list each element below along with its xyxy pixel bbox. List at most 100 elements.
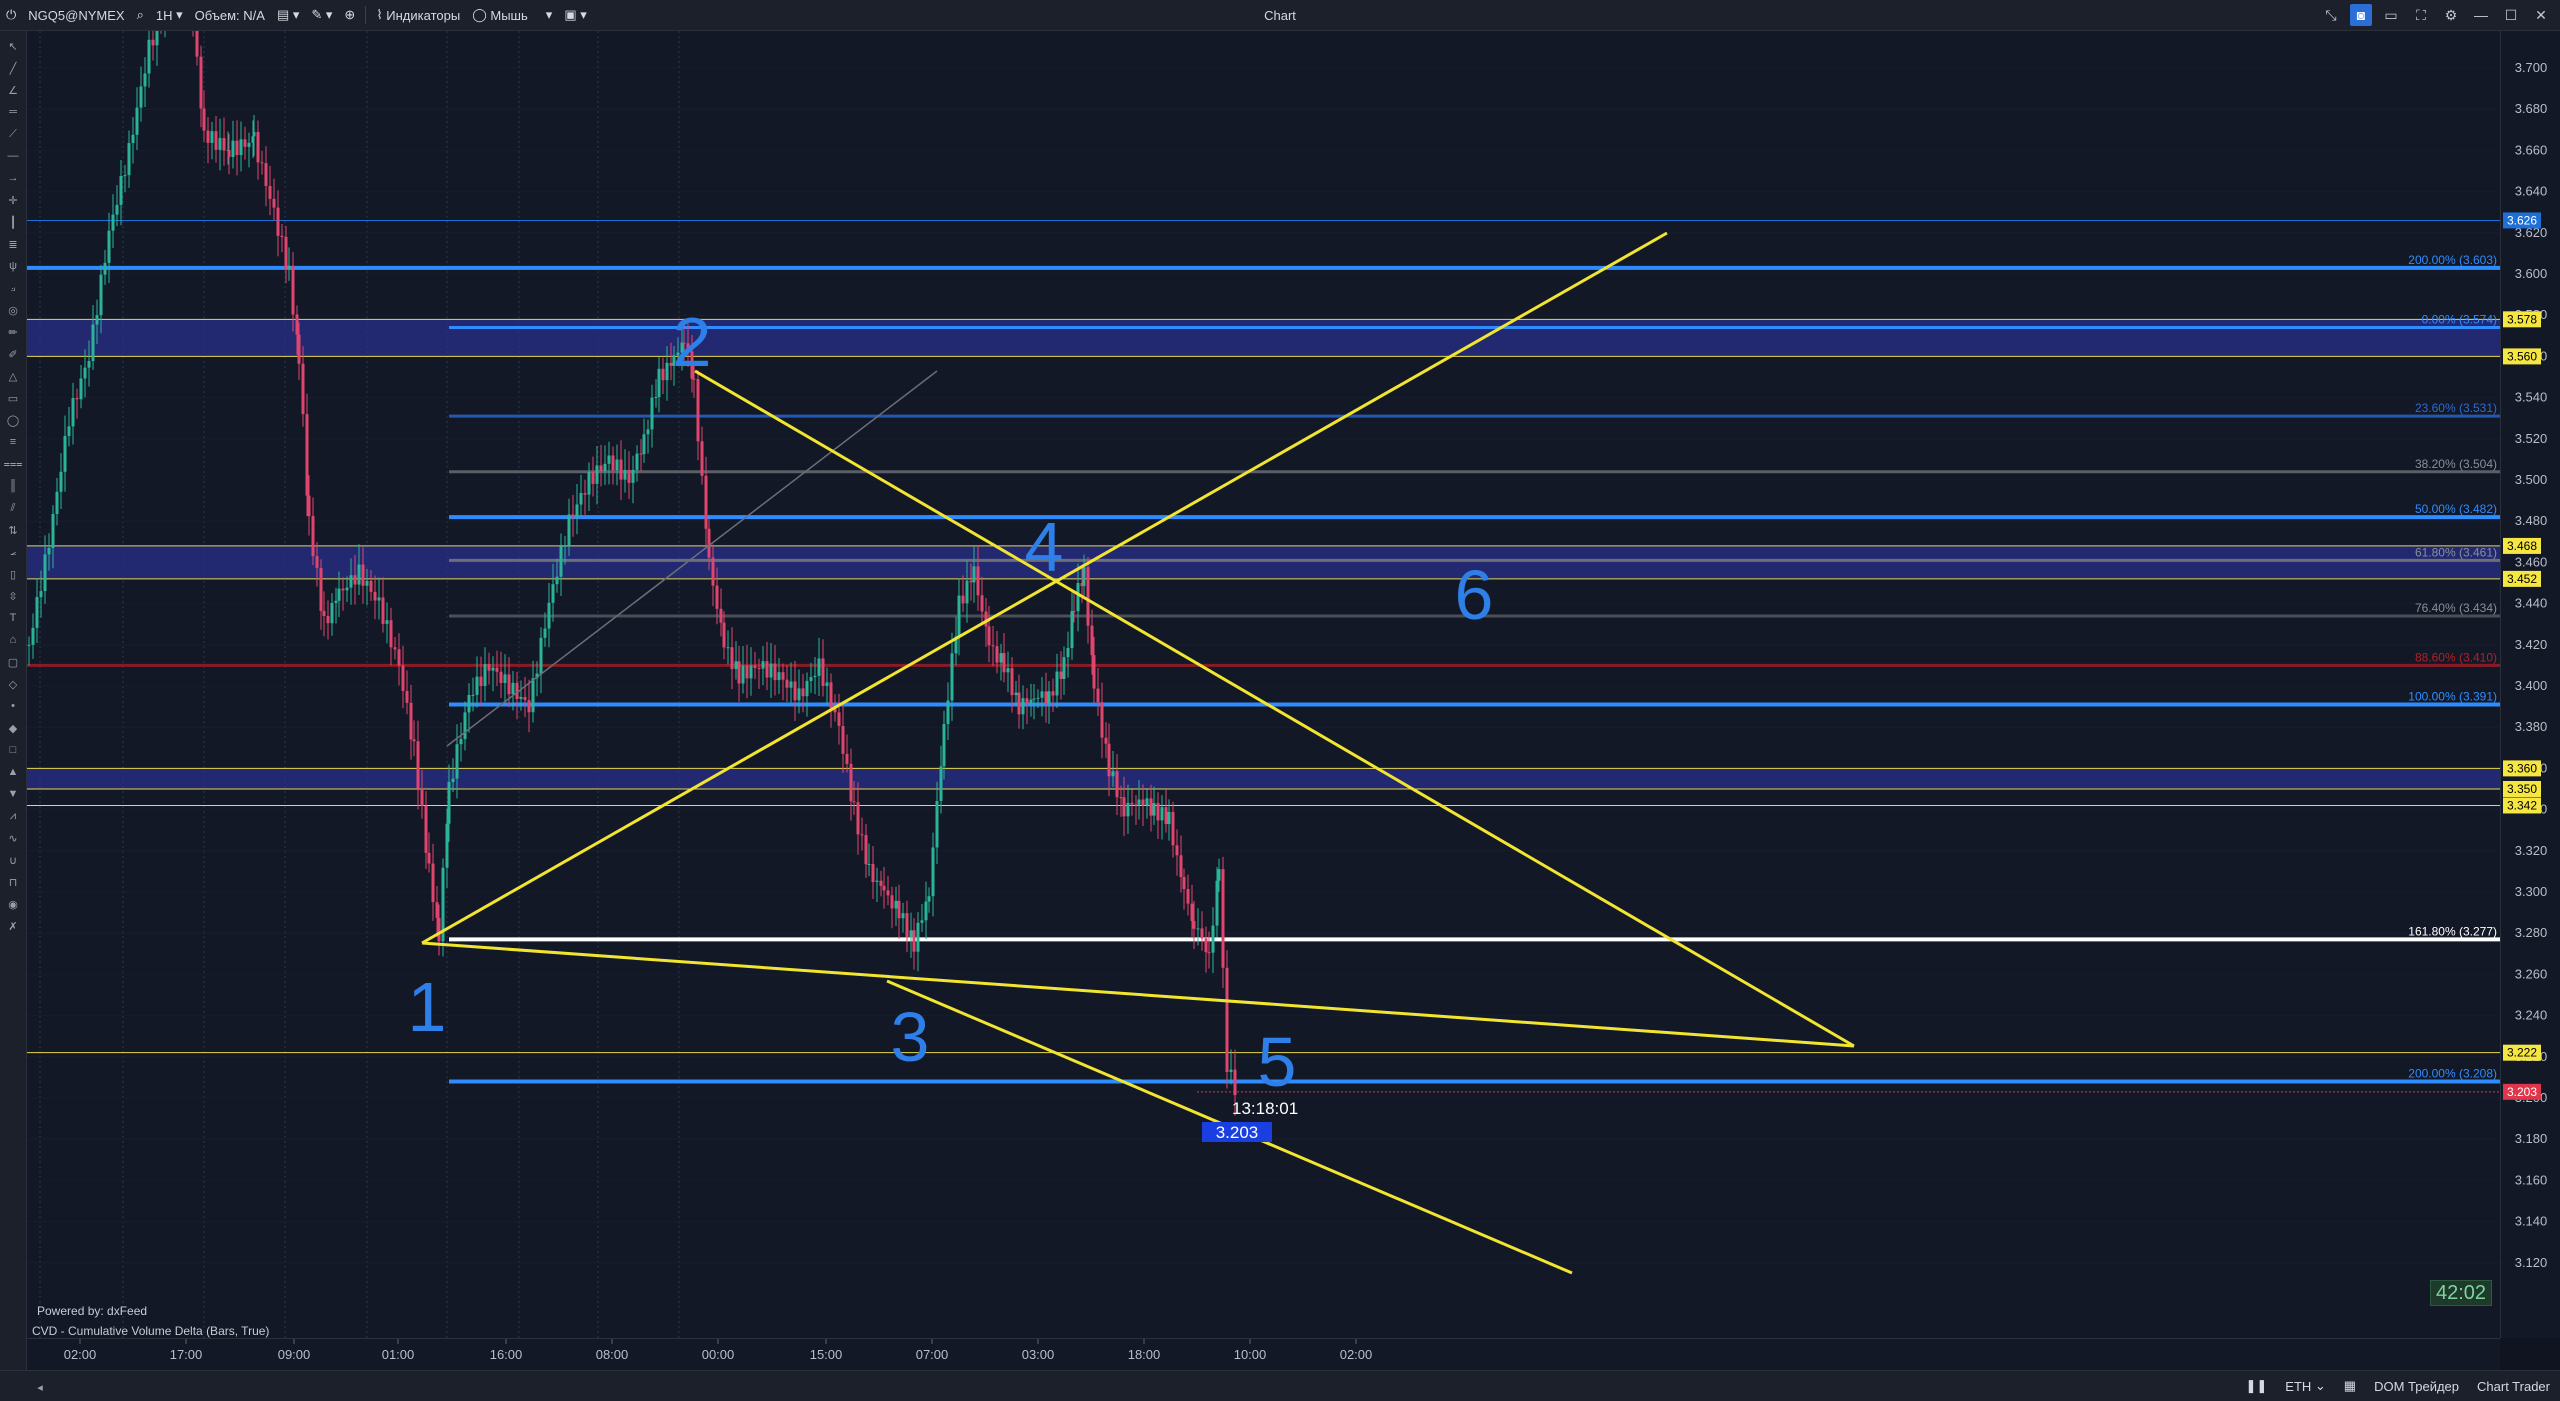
price-marker-label: 3.626 [2507, 213, 2537, 227]
chart-style-icon[interactable]: ▤ ▾ [271, 0, 305, 30]
price-tick: 3.500 [2515, 472, 2548, 487]
indicators-button[interactable]: ⌇ Индикаторы [370, 0, 466, 30]
channel-tool-icon[interactable]: ≣ [3, 234, 23, 254]
regression-icon[interactable]: ⫽ [3, 498, 23, 518]
time-axis[interactable]: 02:00 17:00 09:00 01:00 16:00 08:00 00:00 15:00… [27, 1338, 2500, 1370]
fib-circle-icon[interactable]: ◎ [3, 300, 23, 320]
candle-body [420, 788, 424, 806]
candle-body [753, 665, 757, 668]
triangle-icon[interactable]: △ [3, 366, 23, 386]
price-tick: 3.720 [2515, 31, 2548, 34]
magnet-icon[interactable]: ∪ [3, 850, 23, 870]
minimize-icon[interactable]: — [2470, 4, 2492, 26]
angle-tool-icon[interactable]: ∠ [3, 80, 23, 100]
calendar-icon[interactable]: ▦ [2344, 1371, 2356, 1401]
rectangle-icon[interactable]: ▭ [3, 388, 23, 408]
wave-tool-icon[interactable]: ∿ [3, 828, 23, 848]
fib-retracement-icon[interactable]: ≡ [3, 432, 23, 452]
candle-body [619, 459, 623, 480]
price-axis[interactable]: 3.7203.7003.6803.6603.6403.6203.6003.580… [2500, 0, 2560, 1338]
fib-timezone-icon[interactable]: ║ [3, 476, 23, 496]
arrow-tool-icon[interactable]: → [3, 168, 23, 188]
candle-body [349, 575, 353, 588]
trend-angle-icon[interactable]: ⦟ [3, 542, 23, 562]
candle-body [1021, 698, 1025, 715]
candle-body [334, 600, 338, 603]
callout-icon[interactable]: ▢ [3, 652, 23, 672]
templates-icon[interactable]: ▣ ▾ [558, 0, 592, 30]
eye-icon[interactable]: ◉ [3, 894, 23, 914]
layout-icon[interactable]: ▭ [2380, 4, 2402, 26]
pencil-icon[interactable]: ✏ [3, 322, 23, 342]
lock-icon[interactable]: ⊓ [3, 872, 23, 892]
candle-body [491, 667, 495, 671]
square-marker-icon[interactable]: □ [3, 740, 23, 760]
symbol-selector[interactable]: NGQ5@NYMEX [22, 0, 130, 30]
cross-tool-icon[interactable]: ✛ [3, 190, 23, 210]
pause-icon[interactable]: ❚❚ [2245, 1371, 2267, 1401]
label-tool-icon[interactable]: ⌂ [3, 630, 23, 650]
candle-body [147, 39, 151, 74]
ellipse-icon[interactable]: ◯ [3, 410, 23, 430]
candle-body [353, 575, 357, 585]
fib-label: 200.00% (3.208) [2408, 1067, 2497, 1081]
indicator-label[interactable]: CVD - Cumulative Volume Delta (Bars, Tru… [32, 1324, 269, 1338]
price-tick: 3.120 [2515, 1255, 2548, 1270]
session-selector[interactable]: ETH ⌄ [2285, 1371, 2326, 1401]
volume-selector[interactable]: Объем: N/A [189, 0, 271, 30]
scroll-left-icon[interactable]: ◂ [30, 1377, 50, 1397]
marker-icon[interactable]: ◆ [3, 718, 23, 738]
trash-icon[interactable]: ✗ [3, 916, 23, 936]
timeframe-selector[interactable]: 1H ▾ [150, 0, 189, 30]
candle-body [459, 739, 463, 745]
zoom-icon[interactable]: ⊕ [338, 0, 361, 30]
link-icon[interactable]: ⤡ [2320, 4, 2342, 26]
candle-body [841, 725, 845, 754]
text-tool-icon[interactable]: T [3, 608, 23, 628]
fib-label: 61.80% (3.461) [2415, 545, 2497, 559]
mouse-mode-selector[interactable]: ◯ Мышь ▾ [466, 0, 558, 30]
settings-icon[interactable]: ⚙ [2440, 4, 2462, 26]
candle-body [1017, 692, 1021, 715]
candle-body [218, 138, 222, 150]
chart-svg[interactable]: 161.80% (3.723)200.00% (3.603)0.00% (3.5… [27, 31, 2500, 1338]
dom-trader-button[interactable]: DOM Трейдер [2374, 1371, 2459, 1401]
measure-icon[interactable]: ⇅ [3, 520, 23, 540]
close-icon[interactable]: ✕ [2530, 4, 2552, 26]
search-icon[interactable]: ⌕ [131, 0, 150, 30]
vertical-line-icon[interactable]: ┃ [3, 212, 23, 232]
chart-trader-button[interactable]: Chart Trader [2477, 1371, 2550, 1401]
ruler-icon[interactable]: ▯ [3, 564, 23, 584]
candle-body [1090, 625, 1094, 656]
up-marker-icon[interactable]: ▲ [3, 762, 23, 782]
candle-body [463, 712, 467, 740]
dot-icon[interactable]: • [3, 696, 23, 716]
chart-canvas[interactable]: 161.80% (3.723)200.00% (3.603)0.00% (3.5… [27, 31, 2500, 1338]
gann-fan-icon[interactable]: ⟓ [3, 278, 23, 298]
fullscreen-icon[interactable]: ⛶ [2410, 4, 2432, 26]
candle-body [119, 175, 123, 205]
horizontal-line-icon[interactable]: ═ [3, 102, 23, 122]
candle-body [75, 398, 79, 400]
candle-body [127, 143, 131, 176]
line-tool-icon[interactable]: ╱ [3, 58, 23, 78]
horizontal-ray-icon[interactable]: — [3, 146, 23, 166]
price-range-icon[interactable]: ⇳ [3, 586, 23, 606]
fib-extension-icon[interactable]: ⩶ [3, 454, 23, 474]
drawing-tools-icon[interactable]: ✎ ▾ [305, 0, 338, 30]
maximize-icon[interactable]: ☐ [2500, 4, 2522, 26]
candle-body [523, 697, 527, 701]
camera-icon[interactable]: ◙ [2350, 4, 2372, 26]
ray-tool-icon[interactable]: ⟋ [3, 124, 23, 144]
candle-body [999, 653, 1003, 663]
brush-icon[interactable]: ✐ [3, 344, 23, 364]
cursor-icon[interactable]: ↖ [3, 36, 23, 56]
timeframe-label: 1H [155, 7, 173, 23]
down-marker-icon[interactable]: ▼ [3, 784, 23, 804]
candle-body [1141, 799, 1145, 806]
pitchfork-icon[interactable]: ψ [3, 256, 23, 276]
candle-body [961, 595, 965, 604]
elliott-wave-icon[interactable]: ⩘ [3, 806, 23, 826]
shapes-icon[interactable]: ◇ [3, 674, 23, 694]
candle-body [950, 653, 954, 701]
